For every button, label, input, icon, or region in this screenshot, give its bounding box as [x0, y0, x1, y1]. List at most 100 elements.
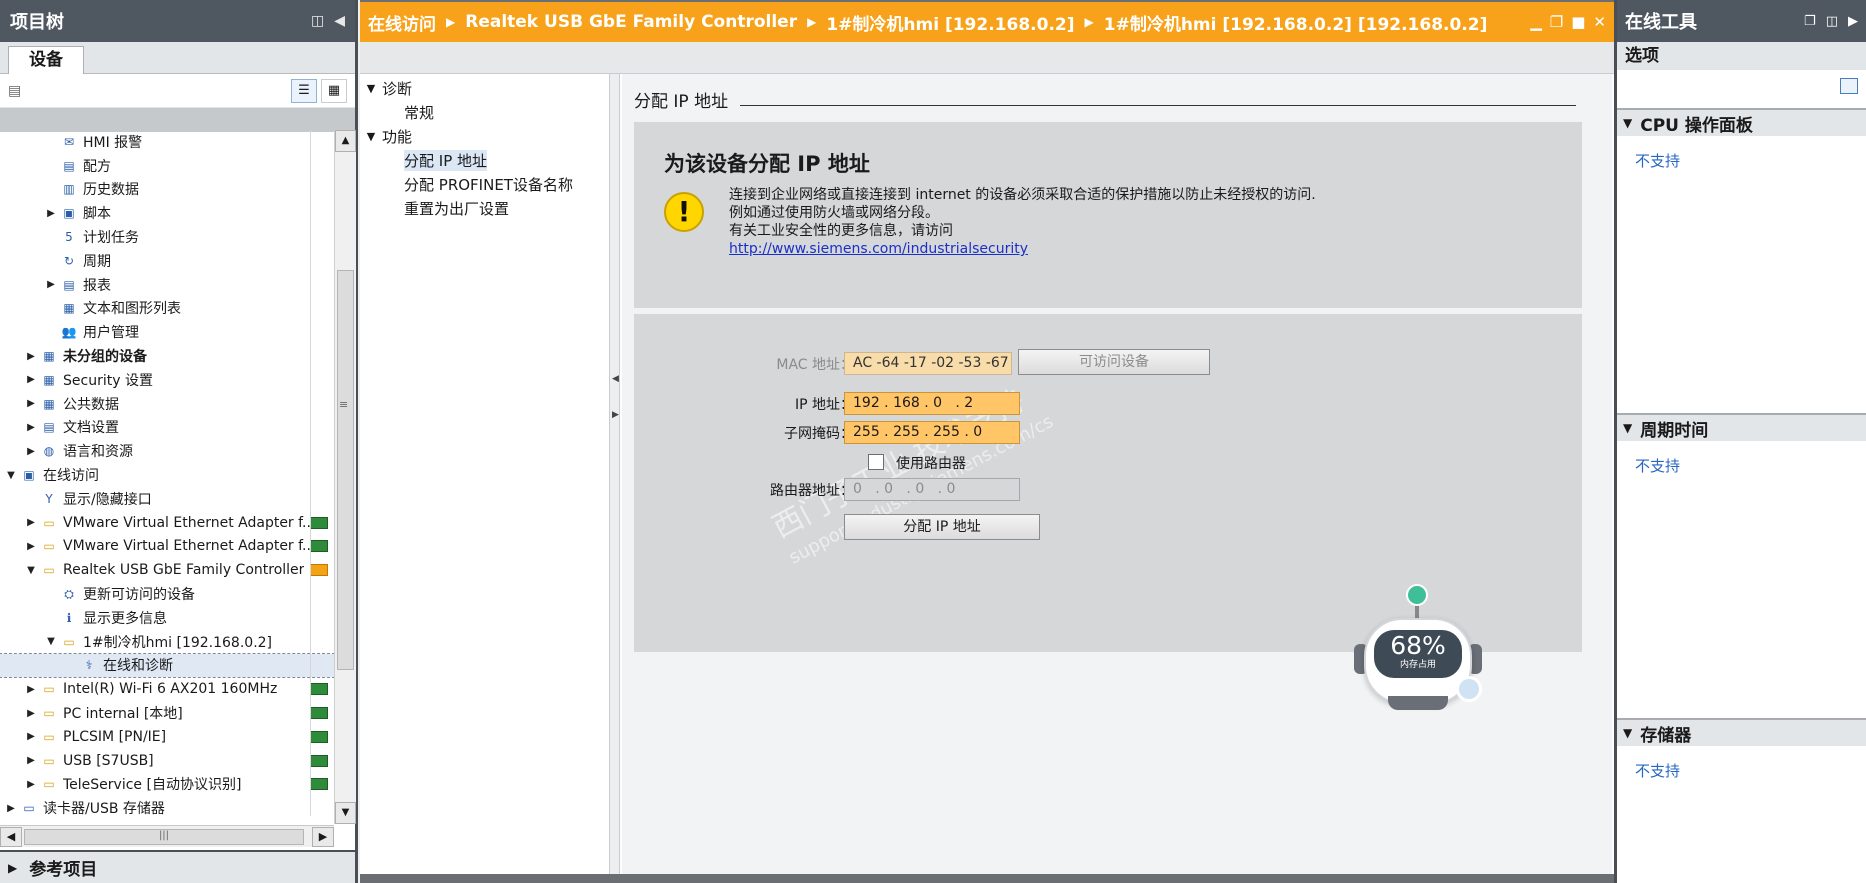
scroll-left-icon[interactable]: ◀	[0, 827, 22, 847]
tree-item[interactable]: ▶ ▭ Intel(R) Wi-Fi 6 AX201 160MHz	[0, 677, 334, 701]
ip-address-field[interactable]: 192 . 168 . 0 . 2	[844, 392, 1020, 415]
router-address-field[interactable]: 0 . 0 . 0 . 0	[844, 478, 1020, 501]
tree-item[interactable]: ▶ ▭ PLCSIM [PN/IE]	[0, 725, 334, 749]
chevron-right-icon: ▶	[8, 860, 18, 875]
chevron-right-icon[interactable]: ▶	[24, 779, 38, 790]
tree-item[interactable]: ▶ ▭ USB [S7USB]	[0, 749, 334, 773]
chevron-right-icon[interactable]: ▶	[24, 708, 38, 719]
tree-item[interactable]: ⚕ 在线和诊断	[0, 652, 334, 679]
accessible-devices-button[interactable]: 可访问设备	[1018, 349, 1210, 375]
memory-usage-widget[interactable]: 68% 内存占用	[1348, 584, 1488, 714]
tab-devices[interactable]: 设备	[8, 46, 84, 74]
assign-ip-button[interactable]: 分配 IP 地址	[844, 514, 1040, 540]
interface-status-icon	[310, 564, 328, 577]
tree-item[interactable]: ▥ 历史数据	[0, 178, 334, 202]
nav-assign-profinet-name[interactable]: 分配 PROFINET设备名称	[360, 172, 609, 196]
chevron-right-icon[interactable]: ▶	[24, 422, 38, 433]
tree-item[interactable]: ▶ ▭ VMware Virtual Ethernet Adapter f...	[0, 535, 334, 559]
split-view-icon[interactable]: ◫	[1826, 14, 1838, 29]
tree-item[interactable]: ▶ ▭ VMware Virtual Ethernet Adapter f...	[0, 511, 334, 535]
tree-item[interactable]: ▤ 配方	[0, 154, 334, 178]
minimize-icon[interactable]: ▁	[1530, 13, 1542, 31]
nav-reset-factory[interactable]: 重置为出厂设置	[360, 196, 609, 220]
close-icon[interactable]: ✕	[1593, 13, 1606, 31]
memory-header[interactable]: ▼ 存储器	[1617, 718, 1866, 746]
tree-options-icon[interactable]: ▤	[8, 83, 21, 99]
tree-item[interactable]: ▼ ▭ Realtek USB GbE Family Controller	[0, 558, 334, 582]
tree-item[interactable]: ▶ ▦ Security 设置	[0, 368, 334, 392]
tree-item[interactable]: ▶ ▤ 文档设置	[0, 416, 334, 440]
collapse-panel-icon[interactable]: ▶	[1848, 14, 1858, 29]
tree-item[interactable]: ▶ ◍ 语言和资源	[0, 439, 334, 463]
chevron-right-icon[interactable]: ▶	[44, 208, 58, 219]
tree-item[interactable]: ↻ 周期	[0, 249, 334, 273]
chevron-right-icon[interactable]: ▶	[24, 684, 38, 695]
chevron-right-icon[interactable]: ▶	[24, 374, 38, 385]
chevron-right-icon[interactable]: ▶	[24, 351, 38, 362]
nav-assign-ip[interactable]: 分配 IP 地址	[360, 148, 609, 172]
collapse-panel-icon[interactable]: ◀	[334, 13, 345, 29]
chevron-right-icon[interactable]: ▶	[24, 446, 38, 457]
chevron-down-icon[interactable]: ▼	[24, 565, 38, 576]
cycle-time-header[interactable]: ▼ 周期时间	[1617, 413, 1866, 441]
float-panel-icon[interactable]: ❐	[1804, 14, 1816, 29]
chevron-down-icon[interactable]: ▼	[4, 470, 18, 481]
chevron-right-icon[interactable]: ▶	[24, 755, 38, 766]
chevron-right-icon[interactable]: ▶	[24, 541, 38, 552]
nav-splitter[interactable]: ◀ ▶	[610, 74, 620, 874]
tree-vertical-scrollbar[interactable]: ▲ ≡ ▼	[334, 130, 356, 824]
tree-item[interactable]: ▼ ▭ 1#制冷机hmi [192.168.0.2]	[0, 630, 334, 654]
settings-icon[interactable]	[1456, 676, 1482, 702]
chevron-right-icon[interactable]: ▶	[44, 279, 58, 290]
chevron-down-icon[interactable]: ▼	[44, 636, 58, 647]
expand-right-icon[interactable]: ▶	[612, 410, 619, 420]
nav-diagnostics[interactable]: ▼ 诊断	[360, 76, 609, 100]
overview-icon[interactable]: ▦	[321, 78, 347, 103]
chevron-right-icon[interactable]: ▶	[24, 398, 38, 409]
nav-general[interactable]: 常规	[360, 100, 609, 124]
hscroll-thumb[interactable]: |||	[24, 829, 304, 845]
scroll-down-icon[interactable]: ▼	[335, 802, 356, 824]
tree-item[interactable]: ▶ ▭ PC internal [本地]	[0, 701, 334, 725]
breadcrumb-separator-icon: ▶	[446, 15, 456, 29]
tree-item[interactable]: ℹ 显示更多信息	[0, 606, 334, 630]
scroll-right-icon[interactable]: ▶	[312, 827, 334, 847]
tree-item[interactable]: 👥 用户管理	[0, 320, 334, 344]
tree-item[interactable]: ▶ ▤ 报表	[0, 273, 334, 297]
tree-item[interactable]: ▦ 文本和图形列表	[0, 297, 334, 321]
scroll-up-icon[interactable]: ▲	[335, 130, 356, 152]
chevron-right-icon[interactable]: ▶	[24, 517, 38, 528]
breadcrumb-2[interactable]: Realtek USB GbE Family Controller	[465, 12, 797, 32]
industrial-security-link[interactable]: http://www.siemens.com/industrialsecurit…	[729, 240, 1316, 258]
scroll-thumb[interactable]	[337, 270, 354, 670]
tree-horizontal-scrollbar[interactable]: ◀ ||| ▶	[0, 825, 334, 847]
tree-item[interactable]: ▼ ▣ 在线访问	[0, 463, 334, 487]
chevron-right-icon[interactable]: ▶	[24, 731, 38, 742]
tree-item[interactable]: ▶ ▭ 读卡器/USB 存储器	[0, 796, 334, 816]
cpu-operator-panel-header[interactable]: ▼ CPU 操作面板	[1617, 108, 1866, 136]
scheduler-icon: 5	[65, 230, 73, 245]
tree-item[interactable]: ▶ ▦ 公共数据	[0, 392, 334, 416]
use-router-checkbox[interactable]	[868, 454, 884, 470]
tree-item[interactable]: ⛭ 更新可访问的设备	[0, 582, 334, 606]
collapse-left-icon[interactable]: ◀	[612, 374, 619, 384]
tree-item[interactable]: 5 计划任务	[0, 225, 334, 249]
tree-item[interactable]: ▶ ▣ 脚本	[0, 201, 334, 225]
chevron-right-icon[interactable]: ▶	[4, 803, 18, 814]
reference-projects-bar[interactable]: ▶ 参考项目	[0, 850, 355, 883]
memory-usage-percent: 68%	[1390, 631, 1446, 660]
restore-icon[interactable]: ❐	[1550, 13, 1563, 31]
tree-item[interactable]: ▶ ▦ 未分组的设备	[0, 344, 334, 368]
breadcrumb-1[interactable]: 在线访问	[368, 10, 436, 35]
editor-panel: 在线访问 ▶ Realtek USB GbE Family Controller…	[360, 0, 1614, 883]
maximize-icon[interactable]: ■	[1571, 13, 1585, 31]
breadcrumb-3[interactable]: 1#制冷机hmi [192.168.0.2]	[826, 10, 1074, 35]
tree-item[interactable]: ▶ ▭ TeleService [自动协议识别]	[0, 773, 334, 797]
nav-functions[interactable]: ▼ 功能	[360, 124, 609, 148]
tree-item[interactable]: Y 显示/隐藏接口	[0, 487, 334, 511]
detail-view-icon[interactable]: ☰	[291, 78, 317, 103]
panel-layout-icon[interactable]	[1840, 78, 1858, 94]
tree-item[interactable]: ✉ HMI 报警	[0, 130, 334, 154]
split-view-icon[interactable]: ◫	[311, 13, 324, 29]
subnet-mask-field[interactable]: 255 . 255 . 255 . 0	[844, 421, 1020, 444]
